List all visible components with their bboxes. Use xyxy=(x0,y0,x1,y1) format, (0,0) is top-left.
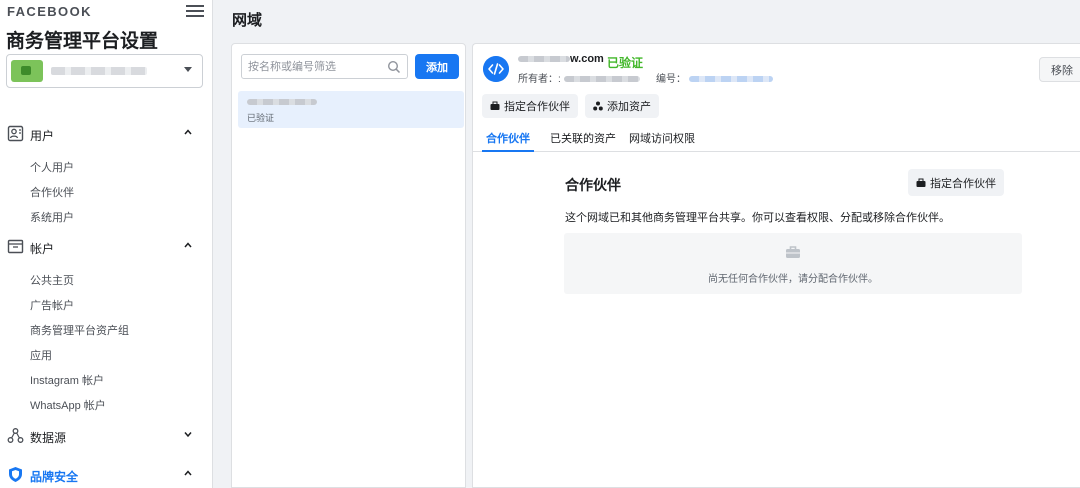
assign-partner-label: 指定合作伙伴 xyxy=(504,101,570,113)
sidebar-item-apps[interactable]: 应用 xyxy=(30,347,52,363)
sidebar-item-instagram-accounts[interactable]: Instagram 帐户 xyxy=(30,372,104,388)
sidebar-item-whatsapp-accounts[interactable]: WhatsApp 帐户 xyxy=(30,397,106,413)
sidebar-section-users[interactable]: 用户 xyxy=(0,122,213,146)
domain-list-panel: 添加 已验证 xyxy=(231,43,466,488)
tab-connected-assets[interactable]: 已关联的资产 xyxy=(550,129,616,152)
domain-detail-panel: w.com 已验证 所有者：: 编号： 移除 指定合作伙伴 添加资产 合作伙伴 … xyxy=(472,43,1080,488)
verified-badge: 已验证 xyxy=(607,56,644,70)
sidebar-section-data-sources[interactable]: 数据源 xyxy=(0,424,213,448)
sidebar: FACEBOOK 商务管理平台设置 用户 个人用户 合作伙伴 系统用户 帐户 公… xyxy=(0,0,213,488)
business-account-selector[interactable] xyxy=(6,54,203,88)
sidebar-item-pages[interactable]: 公共主页 xyxy=(30,272,74,288)
tab-partners[interactable]: 合作伙伴 xyxy=(482,129,534,152)
sidebar-item-people[interactable]: 个人用户 xyxy=(30,159,74,175)
chevron-up-icon xyxy=(184,129,192,135)
accounts-icon xyxy=(7,239,24,254)
caret-down-icon xyxy=(184,67,192,72)
search-box xyxy=(241,54,408,79)
empty-state-text: 尚无任何合作伙伴，请分配合作伙伴。 xyxy=(708,274,878,285)
domain-status: 已验证 xyxy=(247,113,275,123)
page-title: 网域 xyxy=(232,12,263,29)
sidebar-section-label: 用户 xyxy=(30,129,55,143)
sidebar-title: 商务管理平台设置 xyxy=(6,31,159,52)
chevron-up-icon xyxy=(184,242,192,248)
empty-state: 尚无任何合作伙伴，请分配合作伙伴。 xyxy=(564,233,1022,294)
sidebar-item-business-asset-groups[interactable]: 商务管理平台资产组 xyxy=(30,322,129,338)
search-icon[interactable] xyxy=(387,60,401,74)
sidebar-section-label: 数据源 xyxy=(30,431,67,445)
chevron-up-icon xyxy=(184,470,192,476)
assets-icon xyxy=(593,101,603,111)
data-sources-icon xyxy=(7,428,24,443)
add-domain-button[interactable]: 添加 xyxy=(415,54,459,79)
sidebar-section-brand-safety[interactable]: 品牌安全 xyxy=(0,463,213,487)
assign-partner-label: 指定合作伙伴 xyxy=(930,177,996,190)
shield-icon xyxy=(9,467,22,482)
domain-name-suffix: w.com xyxy=(570,53,604,65)
sidebar-section-label: 帐户 xyxy=(30,242,55,256)
list-item[interactable]: 已验证 xyxy=(238,91,464,128)
tab-domain-access[interactable]: 网域访问权限 xyxy=(629,129,695,152)
redacted-domain-name xyxy=(247,99,317,105)
business-name xyxy=(51,67,147,75)
add-asset-label: 添加资产 xyxy=(607,101,651,113)
id-label: 编号： xyxy=(656,70,773,85)
sidebar-item-system-users[interactable]: 系统用户 xyxy=(30,209,74,225)
briefcase-icon xyxy=(490,101,500,110)
partners-heading: 合作伙伴 xyxy=(565,177,621,193)
partners-description: 这个网域已和其他商务管理平台共享。你可以查看权限、分配或移除合作伙伴。 xyxy=(565,212,950,224)
owner-label: 所有者：: xyxy=(518,70,640,85)
business-avatar xyxy=(11,60,43,82)
sidebar-section-accounts[interactable]: 帐户 xyxy=(0,235,213,259)
assign-partner-button-secondary[interactable]: 指定合作伙伴 xyxy=(908,169,1004,196)
briefcase-icon xyxy=(916,178,926,187)
redacted-owner xyxy=(563,76,640,83)
add-asset-button[interactable]: 添加资产 xyxy=(585,94,659,118)
users-icon xyxy=(7,125,24,142)
assign-partner-button[interactable]: 指定合作伙伴 xyxy=(482,94,578,118)
remove-domain-button[interactable]: 移除 xyxy=(1039,57,1080,82)
sidebar-section-label: 品牌安全 xyxy=(30,470,79,484)
search-input[interactable] xyxy=(248,59,388,75)
owner-label-text: 所有者：: xyxy=(518,74,561,85)
redacted-id xyxy=(688,76,773,83)
chevron-down-icon xyxy=(184,432,192,438)
briefcase-icon xyxy=(786,246,800,258)
hamburger-menu-icon[interactable] xyxy=(186,2,204,18)
id-label-text: 编号： xyxy=(656,74,686,85)
detail-tabs: 合作伙伴 已关联的资产 网域访问权限 xyxy=(473,129,1080,152)
domain-name: w.com xyxy=(518,53,604,65)
facebook-logo-text: FACEBOOK xyxy=(7,4,92,19)
code-icon xyxy=(483,56,509,82)
sidebar-item-ad-accounts[interactable]: 广告帐户 xyxy=(30,297,74,313)
sidebar-item-partners[interactable]: 合作伙伴 xyxy=(30,184,74,200)
